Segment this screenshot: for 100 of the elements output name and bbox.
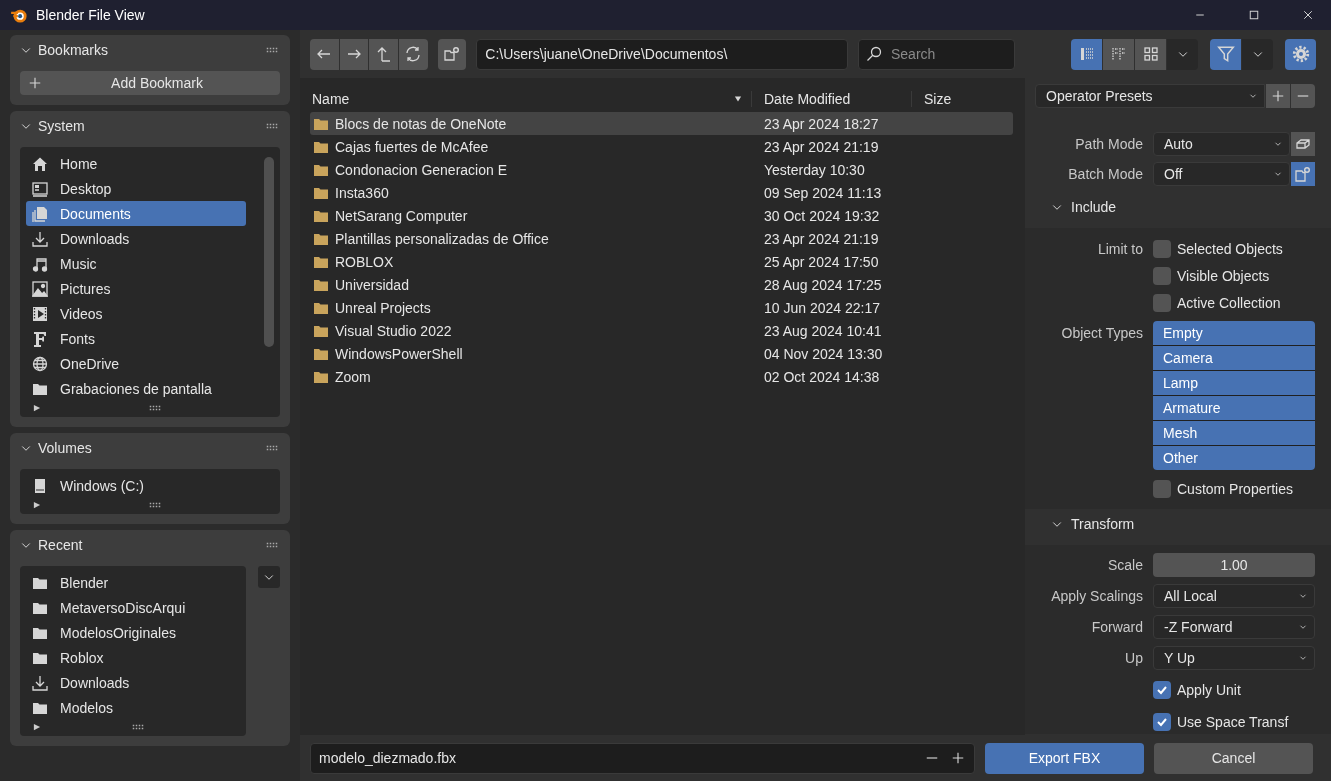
filename-field[interactable]: modelo_diezmado.fbx xyxy=(310,742,975,774)
file-row[interactable]: NetSarang Computer 30 Oct 2024 19:32 xyxy=(310,204,1013,227)
object-type-toggle[interactable]: Other xyxy=(1153,446,1315,470)
checkbox[interactable]: Active Collection xyxy=(1153,290,1281,315)
add-preset-button[interactable] xyxy=(1266,84,1290,108)
column-header[interactable]: Size xyxy=(924,91,952,107)
batch-mode-dropdown[interactable]: Off xyxy=(1153,162,1290,186)
panel-title[interactable]: Recent xyxy=(38,537,258,553)
sidebar-item[interactable]: Home xyxy=(26,151,246,176)
sidebar-item[interactable]: MetaversoDiscArqui xyxy=(26,595,212,620)
close-icon xyxy=(1302,9,1314,21)
folder-plus-icon xyxy=(443,46,460,62)
display-mode-button[interactable] xyxy=(1071,38,1102,70)
checkbox[interactable]: Apply Unit xyxy=(1153,677,1241,702)
column-header[interactable]: Date Modified xyxy=(764,91,851,107)
display-mode-button[interactable] xyxy=(1103,38,1134,70)
panel-title[interactable]: System xyxy=(38,118,258,134)
globe-icon xyxy=(32,355,48,372)
file-row[interactable]: ROBLOX 25 Apr 2024 17:50 xyxy=(310,250,1013,273)
settings-button[interactable] xyxy=(1285,38,1316,70)
file-row[interactable]: Zoom 02 Oct 2024 14:38 xyxy=(310,365,1013,388)
section-header[interactable]: Include xyxy=(1071,199,1117,215)
file-row[interactable]: Condonacion Generacion E Yesterday 10:30 xyxy=(310,158,1013,181)
back-button[interactable] xyxy=(310,38,339,70)
presets-dropdown[interactable]: Operator Presets xyxy=(1035,84,1265,108)
folder-plus-icon xyxy=(1295,166,1311,182)
checkbox[interactable]: Visible Objects xyxy=(1153,263,1270,288)
object-type-toggle[interactable]: Camera xyxy=(1153,346,1315,370)
object-type-toggle[interactable]: Armature xyxy=(1153,396,1315,420)
dropdown[interactable]: All Local xyxy=(1153,584,1315,608)
plus-icon xyxy=(951,751,965,765)
file-row[interactable]: Cajas fuertes de McAfee 23 Apr 2024 21:19 xyxy=(310,135,1013,158)
music-note-icon xyxy=(32,255,48,272)
letter-f-icon xyxy=(32,330,48,347)
home-icon xyxy=(32,155,48,172)
path-field[interactable]: C:\Users\juane\OneDrive\Documentos\ xyxy=(476,38,848,70)
sidebar-item[interactable]: Blender xyxy=(26,570,212,595)
sidebar-item[interactable]: ModelosOriginales xyxy=(26,620,212,645)
file-row[interactable]: Blocs de notas de OneNote 23 Apr 2024 18:27 xyxy=(310,112,1013,135)
file-row[interactable]: Plantillas personalizadas de Office 23 Apr 2024 21:19 xyxy=(310,227,1013,250)
export-button[interactable]: Export FBX xyxy=(985,742,1144,774)
refresh-button[interactable] xyxy=(398,38,428,70)
panel-title[interactable]: Volumes xyxy=(38,440,258,456)
path-mode-dropdown[interactable]: Auto xyxy=(1153,132,1290,156)
sidebar-item[interactable]: Downloads xyxy=(26,226,246,251)
dropdown[interactable]: Y Up xyxy=(1153,646,1315,670)
sidebar-item[interactable]: Downloads xyxy=(26,670,212,695)
file-row[interactable]: WindowsPowerShell 04 Nov 2024 13:30 xyxy=(310,342,1013,365)
maximize-icon xyxy=(1248,9,1260,21)
sidebar-item[interactable]: Fonts xyxy=(26,326,246,351)
checkbox[interactable]: Custom Properties xyxy=(1153,476,1293,501)
file-row[interactable]: Insta360 09 Sep 2024 11:13 xyxy=(310,181,1013,204)
sidebar-item[interactable]: OneDrive xyxy=(26,351,246,376)
sidebar-item[interactable]: Music xyxy=(26,251,246,276)
download-icon xyxy=(32,674,48,691)
column-header[interactable]: Name xyxy=(312,91,350,107)
panel-title[interactable]: Bookmarks xyxy=(38,42,258,58)
file-row[interactable]: Unreal Projects 10 Jun 2024 22:17 xyxy=(310,296,1013,319)
field-label: Apply Scalings xyxy=(1050,588,1143,604)
list-view-icon xyxy=(1078,46,1095,62)
checkbox[interactable]: Use Space Transf xyxy=(1153,709,1289,734)
object-type-toggle[interactable]: Empty xyxy=(1153,321,1315,345)
field-label: Path Mode xyxy=(1074,136,1143,152)
new-folder-button[interactable] xyxy=(437,38,467,70)
forward-button[interactable] xyxy=(339,38,369,70)
sidebar-item[interactable]: Videos xyxy=(26,301,246,326)
file-row[interactable]: Visual Studio 2022 23 Aug 2024 10:41 xyxy=(310,319,1013,342)
file-row[interactable]: Universidad 28 Aug 2024 17:25 xyxy=(310,273,1013,296)
checkbox[interactable]: Selected Objects xyxy=(1153,236,1283,261)
field-label: Scale xyxy=(1106,557,1143,573)
parent-directory-button[interactable] xyxy=(369,38,398,70)
filter-icon xyxy=(1216,45,1235,63)
scrollbar[interactable] xyxy=(264,157,274,347)
field-label: Object Types xyxy=(1060,324,1143,343)
plus-icon xyxy=(28,76,42,90)
search-field[interactable]: Search xyxy=(858,38,1015,70)
add-bookmark-button[interactable]: Add Bookmark xyxy=(20,71,280,95)
remove-preset-button[interactable] xyxy=(1291,84,1315,108)
section-header[interactable]: Transform xyxy=(1071,516,1135,532)
dropdown[interactable]: -Z Forward xyxy=(1153,615,1315,639)
search-icon xyxy=(866,46,882,62)
field-label: Up xyxy=(1124,650,1143,666)
sidebar-item[interactable]: Grabaciones de pantalla xyxy=(26,376,246,401)
plus-icon xyxy=(1271,89,1285,103)
pack-button[interactable] xyxy=(1291,132,1315,156)
object-type-toggle[interactable]: Mesh xyxy=(1153,421,1315,445)
sidebar-item[interactable]: Windows (C:) xyxy=(26,473,246,498)
picture-icon xyxy=(32,280,48,297)
object-type-toggle[interactable]: Lamp xyxy=(1153,371,1315,395)
cancel-button[interactable]: Cancel xyxy=(1154,742,1313,774)
box-icon xyxy=(1295,136,1311,152)
scale-field[interactable]: 1.00 xyxy=(1153,553,1315,577)
display-mode-button[interactable] xyxy=(1135,38,1166,70)
sidebar-item[interactable]: Pictures xyxy=(26,276,246,301)
sidebar-item[interactable]: Roblox xyxy=(26,645,212,670)
sidebar-item[interactable]: Documents xyxy=(26,201,246,226)
filter-button[interactable] xyxy=(1210,38,1241,70)
sidebar-item[interactable]: Desktop xyxy=(26,176,246,201)
sidebar-item[interactable]: Modelos xyxy=(26,695,212,720)
expand-triangle-icon xyxy=(32,500,42,510)
